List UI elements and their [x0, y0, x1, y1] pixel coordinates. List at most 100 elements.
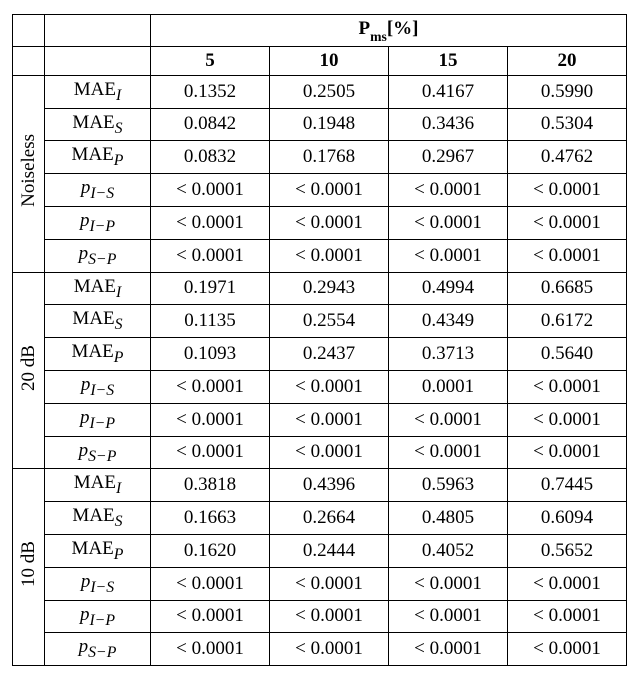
- cell-1-1-3: 0.6172: [508, 305, 627, 338]
- row-label-0-5: pS−P: [45, 239, 151, 272]
- header-col-3: 20: [508, 46, 627, 75]
- cell-0-2-2: 0.2967: [389, 141, 508, 174]
- cell-0-3-2: < 0.0001: [389, 174, 508, 207]
- cell-1-5-2: < 0.0001: [389, 436, 508, 469]
- cell-1-4-2: < 0.0001: [389, 403, 508, 436]
- cell-0-2-3: 0.4762: [508, 141, 627, 174]
- cell-0-0-2: 0.4167: [389, 75, 508, 108]
- cell-1-5-0: < 0.0001: [151, 436, 270, 469]
- cell-0-3-3: < 0.0001: [508, 174, 627, 207]
- cell-2-2-3: 0.5652: [508, 534, 627, 567]
- cell-0-1-1: 0.1948: [270, 108, 389, 141]
- cell-2-3-2: < 0.0001: [389, 567, 508, 600]
- header-blank-3: [13, 46, 45, 75]
- cell-2-1-1: 0.2664: [270, 502, 389, 535]
- cell-2-2-1: 0.2444: [270, 534, 389, 567]
- row-label-2-5: pS−P: [45, 633, 151, 666]
- cell-1-1-0: 0.1135: [151, 305, 270, 338]
- group-label-1: 20 dB: [13, 272, 45, 469]
- row-label-1-0: MAEI: [45, 272, 151, 305]
- row-label-2-2: MAEP: [45, 534, 151, 567]
- row-label-2-3: pI−S: [45, 567, 151, 600]
- cell-1-3-1: < 0.0001: [270, 370, 389, 403]
- cell-0-1-3: 0.5304: [508, 108, 627, 141]
- group-label-0: Noiseless: [13, 75, 45, 272]
- cell-0-4-0: < 0.0001: [151, 206, 270, 239]
- row-label-0-1: MAES: [45, 108, 151, 141]
- cell-2-4-0: < 0.0001: [151, 600, 270, 633]
- header-blank-4: [45, 46, 151, 75]
- header-col-1: 10: [270, 46, 389, 75]
- cell-2-3-0: < 0.0001: [151, 567, 270, 600]
- header-col-2: 15: [389, 46, 508, 75]
- cell-2-5-2: < 0.0001: [389, 633, 508, 666]
- cell-1-3-2: 0.0001: [389, 370, 508, 403]
- cell-2-3-3: < 0.0001: [508, 567, 627, 600]
- cell-0-3-1: < 0.0001: [270, 174, 389, 207]
- cell-0-5-0: < 0.0001: [151, 239, 270, 272]
- cell-1-1-2: 0.4349: [389, 305, 508, 338]
- row-label-2-4: pI−P: [45, 600, 151, 633]
- cell-2-0-0: 0.3818: [151, 469, 270, 502]
- cell-2-0-3: 0.7445: [508, 469, 627, 502]
- cell-0-5-2: < 0.0001: [389, 239, 508, 272]
- results-table: Pms[%]5101520NoiselessMAEI0.13520.25050.…: [12, 14, 627, 666]
- cell-1-4-1: < 0.0001: [270, 403, 389, 436]
- row-label-2-0: MAEI: [45, 469, 151, 502]
- header-blank-2: [45, 15, 151, 47]
- cell-1-5-3: < 0.0001: [508, 436, 627, 469]
- cell-0-4-2: < 0.0001: [389, 206, 508, 239]
- cell-1-2-2: 0.3713: [389, 338, 508, 371]
- cell-1-0-3: 0.6685: [508, 272, 627, 305]
- group-label-text-2: 10 dB: [18, 541, 40, 587]
- cell-0-5-3: < 0.0001: [508, 239, 627, 272]
- cell-2-3-1: < 0.0001: [270, 567, 389, 600]
- row-label-1-2: MAEP: [45, 338, 151, 371]
- cell-2-1-3: 0.6094: [508, 502, 627, 535]
- row-label-0-2: MAEP: [45, 141, 151, 174]
- group-label-2: 10 dB: [13, 469, 45, 666]
- cell-2-0-2: 0.5963: [389, 469, 508, 502]
- cell-2-5-3: < 0.0001: [508, 633, 627, 666]
- cell-1-1-1: 0.2554: [270, 305, 389, 338]
- cell-0-3-0: < 0.0001: [151, 174, 270, 207]
- row-label-0-3: pI−S: [45, 174, 151, 207]
- cell-1-3-3: < 0.0001: [508, 370, 627, 403]
- cell-0-5-1: < 0.0001: [270, 239, 389, 272]
- cell-0-0-0: 0.1352: [151, 75, 270, 108]
- cell-0-0-3: 0.5990: [508, 75, 627, 108]
- cell-0-1-0: 0.0842: [151, 108, 270, 141]
- cell-2-5-1: < 0.0001: [270, 633, 389, 666]
- cell-0-0-1: 0.2505: [270, 75, 389, 108]
- cell-1-0-1: 0.2943: [270, 272, 389, 305]
- cell-2-2-0: 0.1620: [151, 534, 270, 567]
- row-label-1-5: pS−P: [45, 436, 151, 469]
- cell-2-4-2: < 0.0001: [389, 600, 508, 633]
- cell-2-4-1: < 0.0001: [270, 600, 389, 633]
- cell-2-0-1: 0.4396: [270, 469, 389, 502]
- cell-1-2-1: 0.2437: [270, 338, 389, 371]
- cell-0-2-1: 0.1768: [270, 141, 389, 174]
- cell-0-1-2: 0.3436: [389, 108, 508, 141]
- cell-2-2-2: 0.4052: [389, 534, 508, 567]
- cell-0-4-1: < 0.0001: [270, 206, 389, 239]
- row-label-2-1: MAES: [45, 502, 151, 535]
- cell-1-5-1: < 0.0001: [270, 436, 389, 469]
- cell-1-0-0: 0.1971: [151, 272, 270, 305]
- row-label-0-4: pI−P: [45, 206, 151, 239]
- row-label-1-3: pI−S: [45, 370, 151, 403]
- row-label-1-1: MAES: [45, 305, 151, 338]
- cell-1-2-3: 0.5640: [508, 338, 627, 371]
- cell-0-4-3: < 0.0001: [508, 206, 627, 239]
- cell-2-1-2: 0.4805: [389, 502, 508, 535]
- cell-2-5-0: < 0.0001: [151, 633, 270, 666]
- group-label-text-1: 20 dB: [18, 345, 40, 391]
- row-label-1-4: pI−P: [45, 403, 151, 436]
- cell-2-1-0: 0.1663: [151, 502, 270, 535]
- cell-0-2-0: 0.0832: [151, 141, 270, 174]
- group-label-text-0: Noiseless: [18, 134, 40, 207]
- cell-2-4-3: < 0.0001: [508, 600, 627, 633]
- header-blank-1: [13, 15, 45, 47]
- cell-1-4-0: < 0.0001: [151, 403, 270, 436]
- header-col-0: 5: [151, 46, 270, 75]
